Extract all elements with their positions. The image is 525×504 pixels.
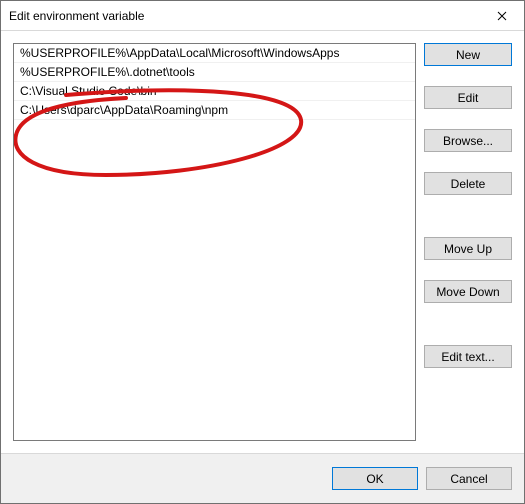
title-bar: Edit environment variable bbox=[1, 1, 524, 31]
spacer bbox=[424, 266, 512, 274]
list-item[interactable]: C:\Visual Studio Code\bin bbox=[14, 82, 415, 101]
spacer bbox=[424, 309, 512, 339]
cancel-button[interactable]: Cancel bbox=[426, 467, 512, 490]
browse-button[interactable]: Browse... bbox=[424, 129, 512, 152]
edit-button[interactable]: Edit bbox=[424, 86, 512, 109]
list-item[interactable]: C:\Users\dparc\AppData\Roaming\npm bbox=[14, 101, 415, 120]
edit-text-button[interactable]: Edit text... bbox=[424, 345, 512, 368]
delete-button[interactable]: Delete bbox=[424, 172, 512, 195]
spacer bbox=[424, 201, 512, 231]
new-button[interactable]: New bbox=[424, 43, 512, 66]
close-icon bbox=[497, 11, 507, 21]
spacer bbox=[424, 158, 512, 166]
close-button[interactable] bbox=[479, 1, 524, 31]
spacer bbox=[424, 115, 512, 123]
list-item[interactable]: %USERPROFILE%\.dotnet\tools bbox=[14, 63, 415, 82]
ok-button[interactable]: OK bbox=[332, 467, 418, 490]
path-listbox[interactable]: %USERPROFILE%\AppData\Local\Microsoft\Wi… bbox=[13, 43, 416, 441]
side-button-column: New Edit Browse... Delete Move Up Move D… bbox=[424, 43, 512, 441]
list-item[interactable]: %USERPROFILE%\AppData\Local\Microsoft\Wi… bbox=[14, 44, 415, 63]
dialog-content: %USERPROFILE%\AppData\Local\Microsoft\Wi… bbox=[1, 31, 524, 453]
dialog-footer: OK Cancel bbox=[1, 453, 524, 503]
spacer bbox=[424, 72, 512, 80]
move-up-button[interactable]: Move Up bbox=[424, 237, 512, 260]
move-down-button[interactable]: Move Down bbox=[424, 280, 512, 303]
window-title: Edit environment variable bbox=[1, 9, 144, 23]
